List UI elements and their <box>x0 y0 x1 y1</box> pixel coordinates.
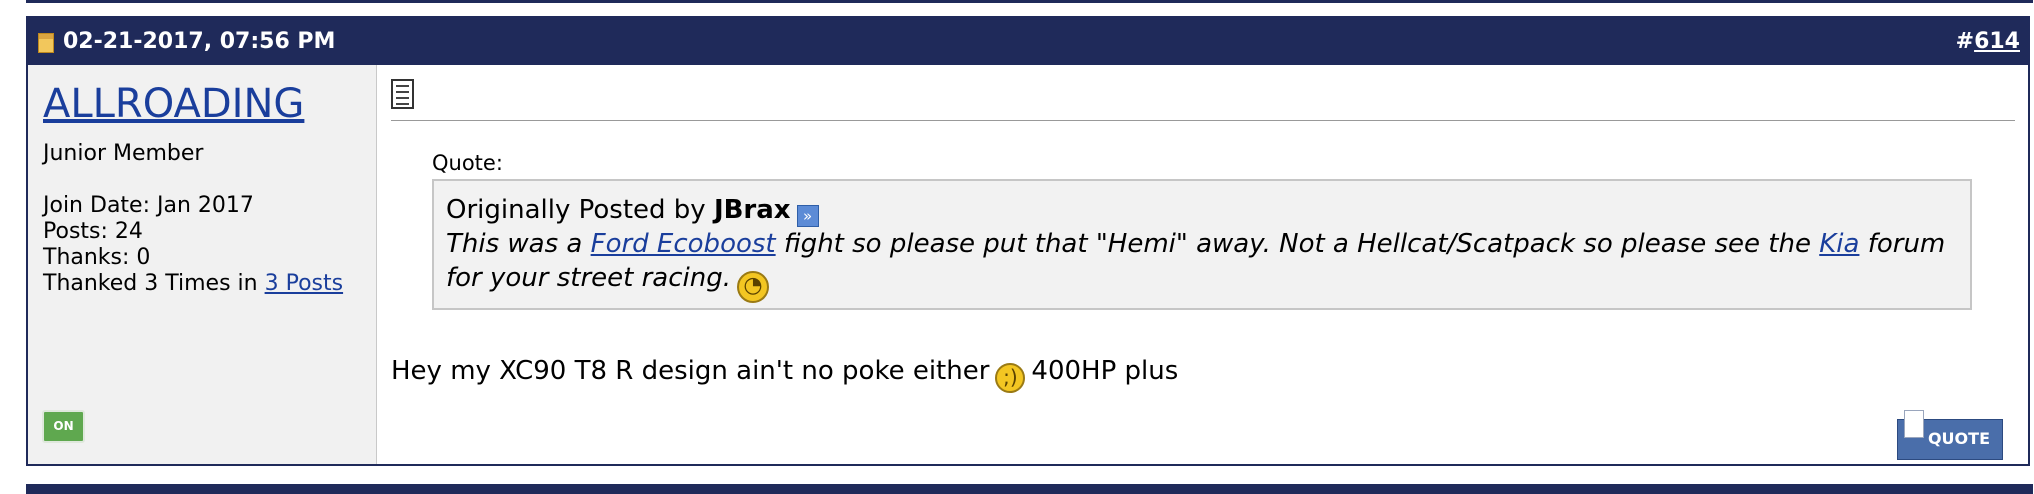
message-body: Hey my XC90 T8 R design ain't no poke ei… <box>391 356 1178 393</box>
post-header: 02-21-2017, 07:56 PM #614 <box>28 18 2028 65</box>
quote-text: This was a Ford Ecoboost fight so please… <box>446 227 1956 303</box>
post-document-icon <box>391 79 414 109</box>
quote-label: Quote: <box>432 151 503 175</box>
forum-post: 02-21-2017, 07:56 PM #614 ALLROADING Jun… <box>26 16 2030 466</box>
user-info-panel: ALLROADING Junior Member Join Date: Jan … <box>28 65 377 464</box>
quote-block: Originally Posted by JBrax» This was a F… <box>432 179 1972 310</box>
quote-text-part: This was a <box>446 229 591 259</box>
message-text: Hey my XC90 T8 R design ain't no poke ei… <box>391 356 990 386</box>
thanked-text: Thanked 3 Times in <box>43 271 265 296</box>
post-number: #614 <box>1956 29 2020 54</box>
username-link[interactable]: ALLROADING <box>43 81 304 127</box>
quote-button[interactable]: QUOTE <box>1897 410 2003 460</box>
quote-attribution: Originally Posted by JBrax» <box>446 195 819 227</box>
kia-link[interactable]: Kia <box>1819 229 1859 259</box>
user-stats: Join Date: Jan 2017 Posts: 24 Thanks: 0 … <box>43 193 343 297</box>
user-title: Junior Member <box>43 141 204 166</box>
thanked-count: Thanked 3 Times in 3 Posts <box>43 271 343 297</box>
message-divider <box>391 120 2015 121</box>
rolleyes-smiley-icon: ◔ <box>737 271 770 303</box>
post-status-icon <box>38 33 54 53</box>
next-post-header <box>26 484 2033 494</box>
previous-post-border <box>26 0 2033 3</box>
quote-posted-by: Originally Posted by <box>446 195 714 225</box>
thanked-posts-link[interactable]: 3 Posts <box>265 271 343 296</box>
message-panel: Quote: Originally Posted by JBrax» This … <box>377 65 2028 464</box>
wink-smiley-icon: ;) <box>995 363 1026 393</box>
thanks-count: Thanks: 0 <box>43 245 151 270</box>
post-number-prefix: # <box>1955 29 1975 54</box>
view-post-icon[interactable]: » <box>796 205 819 227</box>
ford-ecoboost-link[interactable]: Ford Ecoboost <box>591 229 776 259</box>
quote-author: JBrax <box>713 195 791 225</box>
post-count: Posts: 24 <box>43 219 143 244</box>
quote-text-part: fight so please put that "Hemi" away. No… <box>775 229 1820 259</box>
post-number-link[interactable]: 614 <box>1974 29 2020 54</box>
message-text: 400HP plus <box>1031 356 1179 386</box>
online-status-icon: ON <box>42 410 85 443</box>
join-date: Join Date: Jan 2017 <box>43 193 254 218</box>
post-date: 02-21-2017, 07:56 PM <box>63 29 336 54</box>
